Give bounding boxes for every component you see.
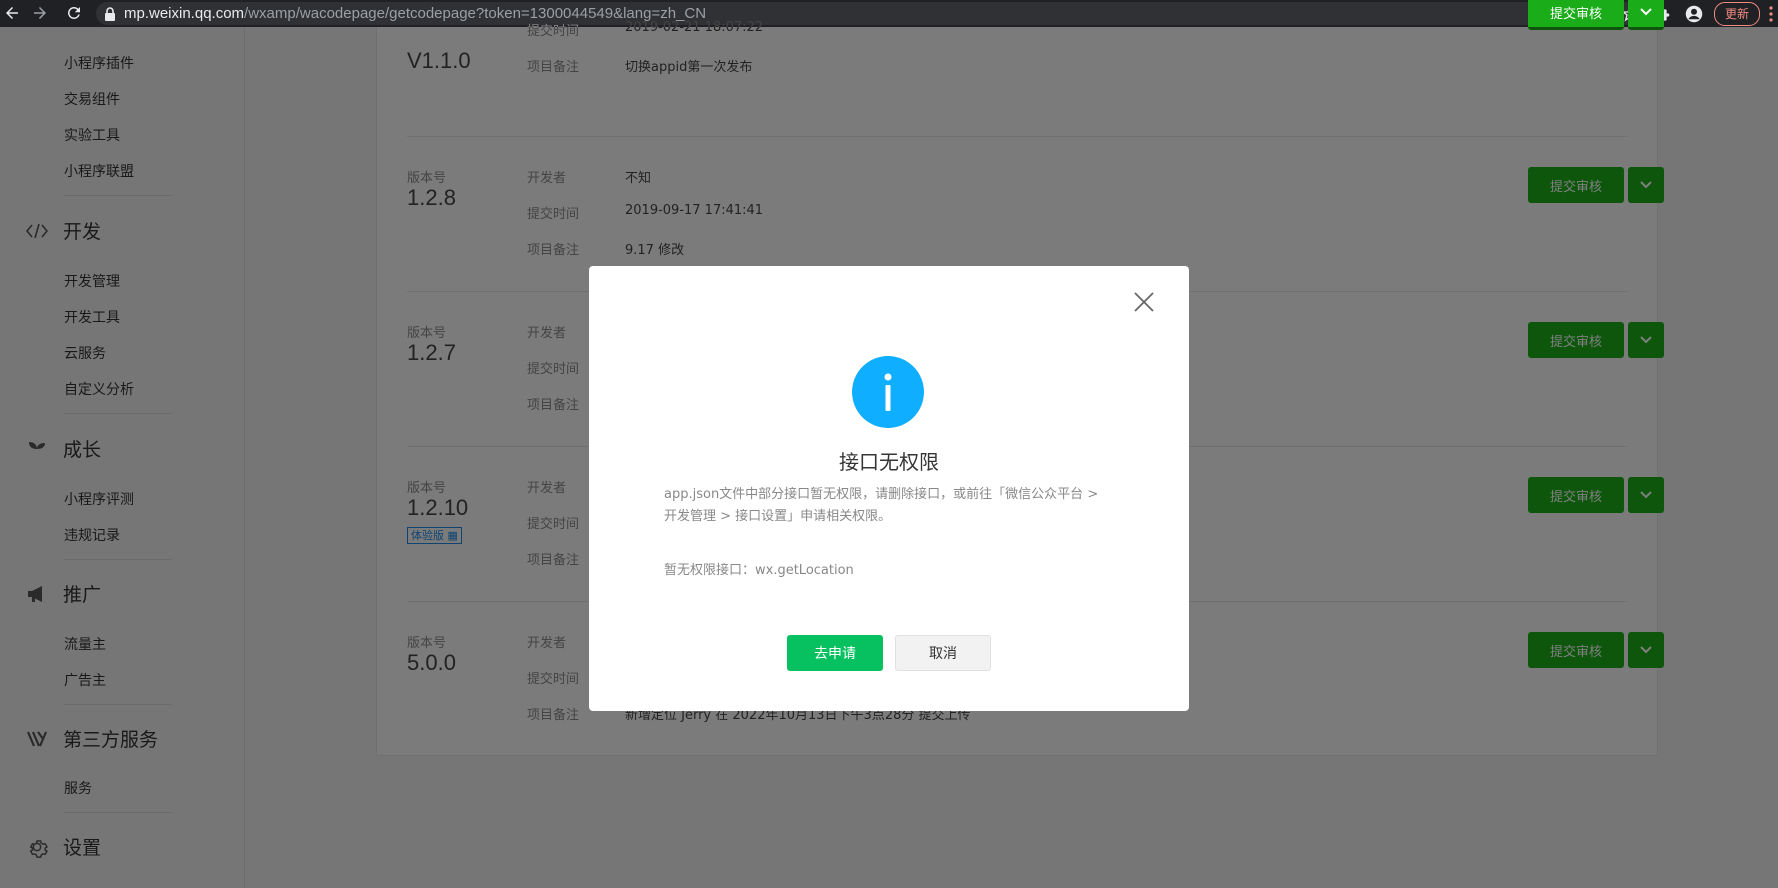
cancel-button[interactable]: 取消 <box>895 635 991 671</box>
reload-icon[interactable] <box>62 1 86 25</box>
no-permission-api: 暂无权限接口：wx.getLocation <box>664 563 854 578</box>
more-icon[interactable] <box>1764 0 1778 27</box>
lock-icon <box>104 6 116 21</box>
update-button[interactable]: 更新 <box>1713 1 1760 26</box>
dialog-title: 接口无权限 <box>839 450 939 474</box>
permission-dialog: 接口无权限 app.json文件中部分接口暂无权限，请删除接口，或前往「微信公众… <box>589 266 1189 711</box>
apply-button[interactable]: 去申请 <box>787 635 883 671</box>
info-icon <box>852 356 924 428</box>
submit-review-button[interactable]: 提交审核 <box>1528 0 1624 30</box>
profile-icon[interactable] <box>1678 0 1710 27</box>
forward-icon[interactable] <box>28 1 52 25</box>
chevron-down-icon <box>1640 8 1652 16</box>
close-icon[interactable] <box>1132 290 1156 314</box>
more-actions-button[interactable] <box>1628 0 1664 30</box>
dialog-description: app.json文件中部分接口暂无权限，请删除接口，或前往「微信公众平台 > 开… <box>664 487 1099 524</box>
back-icon[interactable] <box>0 1 24 25</box>
